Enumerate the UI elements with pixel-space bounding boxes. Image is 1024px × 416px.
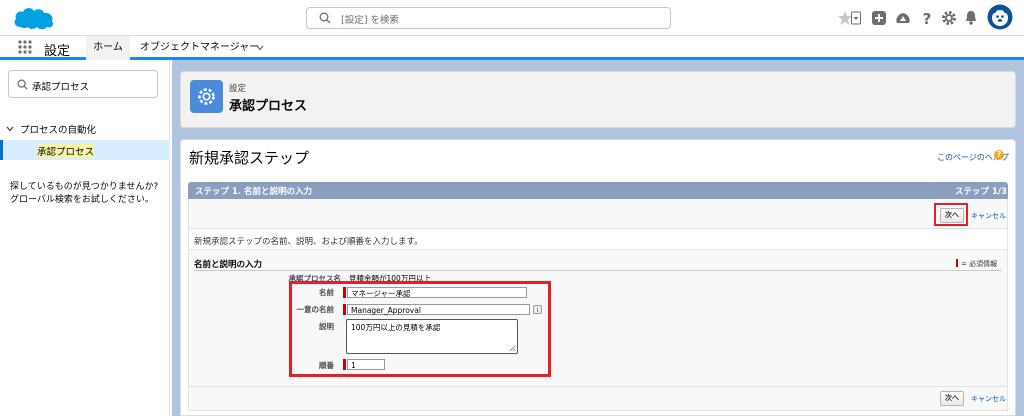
sidebar-item-label: 承認プロセス	[37, 144, 95, 158]
step-number: ステップ 1/3	[955, 187, 1007, 197]
notifications-bell-icon[interactable]	[962, 9, 980, 27]
section-divider	[194, 270, 1002, 271]
salesforce-logo[interactable]	[12, 5, 56, 31]
step-description: 新規承認ステップの名前、説明、および順番を入力します。	[194, 237, 423, 247]
setup-gear-icon[interactable]	[940, 9, 958, 27]
page-title: 承認プロセス	[229, 99, 308, 114]
cancel-link-bottom[interactable]: キャンセル	[971, 394, 1006, 404]
breadcrumb[interactable]: 設定	[229, 82, 246, 94]
app-launcher-icon[interactable]	[18, 40, 32, 54]
tab-home[interactable]: ホーム	[86, 36, 130, 63]
chevron-down-icon	[6, 126, 14, 132]
quick-find-input[interactable]: 承認プロセス	[8, 70, 158, 98]
setup-sidebar	[0, 60, 170, 416]
user-avatar[interactable]	[987, 4, 1013, 30]
no-result-line-2: グローバル検索をお試しください。	[10, 195, 154, 205]
section-title: 名前と説明の入力	[194, 260, 263, 270]
tab-object-manager[interactable]: オブジェクトマネージャー	[138, 36, 274, 60]
sidebar-item-process-automation[interactable]: プロセスの自動化	[6, 122, 96, 136]
content-title: 新規承認ステップ	[189, 149, 310, 167]
global-search-input[interactable]: [設定] を検索	[306, 7, 671, 29]
required-legend-text: = 必須情報	[961, 260, 998, 268]
search-icon	[319, 12, 331, 24]
help-question-icon[interactable]: ?	[994, 150, 1004, 160]
app-name: 設定	[44, 44, 71, 59]
trailhead-icon[interactable]	[894, 9, 912, 27]
quick-find-value: 承認プロセス	[32, 82, 90, 93]
chevron-down-icon[interactable]	[256, 45, 264, 51]
no-result-line-1: 探しているものが見つかりませんか?	[10, 182, 159, 192]
next-button-bottom[interactable]: 次へ	[940, 391, 964, 406]
cancel-link-top[interactable]: キャンセル	[971, 211, 1006, 221]
search-placeholder: [設定] を検索	[341, 15, 399, 26]
required-marker	[956, 259, 958, 267]
gear-icon	[198, 88, 215, 105]
help-icon[interactable]: ?	[918, 9, 936, 27]
favorites-dropdown-icon[interactable]	[851, 9, 861, 27]
global-create-icon[interactable]	[870, 9, 888, 27]
required-legend: = 必須情報	[956, 259, 997, 269]
highlight-box-next	[934, 203, 968, 226]
sidebar-item-approval-processes[interactable]: 承認プロセス	[0, 140, 170, 160]
highlight-box-fields	[289, 281, 551, 377]
search-icon	[17, 79, 28, 90]
svg-text:?: ?	[923, 10, 932, 27]
tab-object-manager-label: オブジェクトマネージャー	[140, 42, 260, 53]
no-result-hint: 探しているものが見つかりませんか? グローバル検索をお試しください。	[10, 181, 158, 207]
setup-gear-icon	[190, 80, 223, 113]
step-title: ステップ 1. 名前と説明の入力	[195, 187, 313, 197]
bottom-divider	[188, 386, 1008, 387]
sidebar-item-label: プロセスの自動化	[20, 125, 97, 136]
